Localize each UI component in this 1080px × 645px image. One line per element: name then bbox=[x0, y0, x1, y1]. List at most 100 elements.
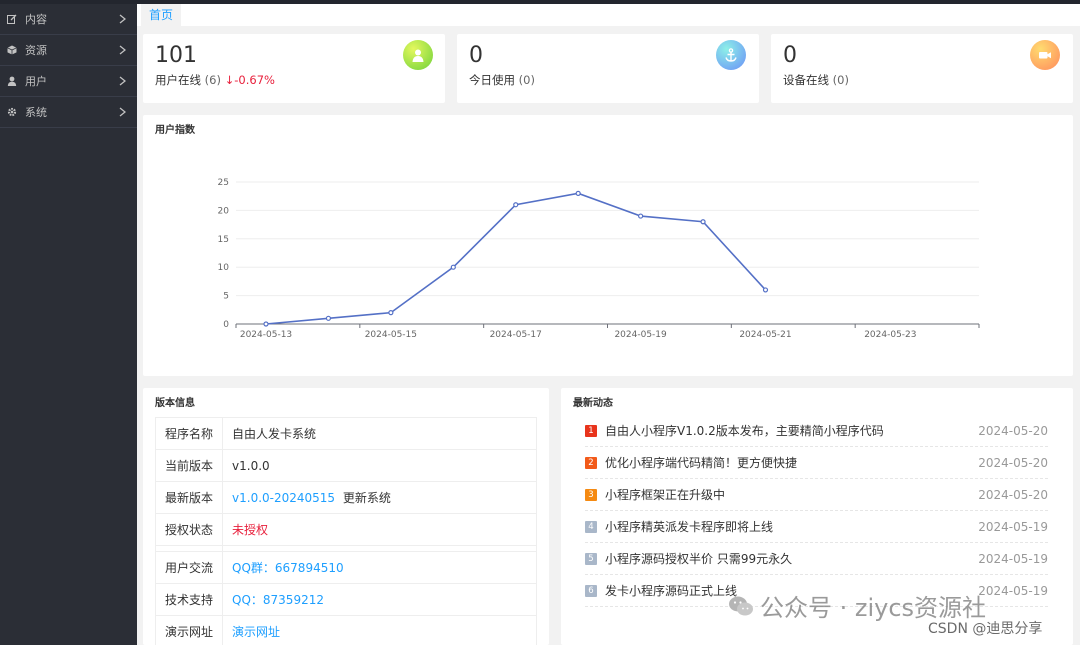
video-camera-icon bbox=[1030, 40, 1060, 70]
y-tick-label: 25 bbox=[218, 178, 229, 188]
news-date: 2024-05-20 bbox=[978, 455, 1048, 470]
news-date: 2024-05-19 bbox=[978, 551, 1048, 566]
stat-card-today-usage: 0 今日使用 (0) bbox=[457, 34, 759, 103]
row-key: 演示网址 bbox=[154, 615, 224, 645]
x-tick-label: 2024-05-23 bbox=[864, 330, 916, 340]
sidebar-item-label: 用户 bbox=[25, 75, 47, 88]
qq-group-link[interactable]: QQ群：667894510 bbox=[222, 551, 537, 584]
table-row: 当前版本 v1.0.0 bbox=[154, 449, 537, 482]
data-point bbox=[325, 315, 332, 321]
news-number-badge: 5 bbox=[585, 552, 597, 565]
data-point bbox=[575, 190, 581, 196]
user-icon bbox=[403, 40, 433, 70]
row-value: v1.0.0 bbox=[222, 449, 537, 482]
stat-card-users-online: 101 用户在线 (6) ↓-0.67% bbox=[143, 34, 445, 103]
stat-label-row: 设备在线 (0) bbox=[783, 72, 849, 88]
sidebar: 内容 资源 用户 系统 bbox=[0, 4, 137, 645]
news-title: 自由人小程序V1.0.2版本发布，主要精简小程序代码 bbox=[605, 424, 884, 438]
edit-icon bbox=[6, 13, 18, 25]
data-point bbox=[388, 310, 394, 316]
row-key: 最新版本 bbox=[154, 481, 224, 514]
news-item[interactable]: 4 小程序精英派发卡程序即将上线 2024-05-19 bbox=[585, 511, 1048, 543]
data-point bbox=[638, 213, 644, 219]
y-tick-label: 10 bbox=[218, 263, 230, 273]
chevron-right-icon bbox=[115, 14, 129, 24]
news-item[interactable]: 1 自由人小程序V1.0.2版本发布，主要精简小程序代码 2024-05-20 bbox=[585, 415, 1048, 447]
table-row: 程序名称 自由人发卡系统 bbox=[154, 417, 537, 450]
support-qq-link[interactable]: QQ：87359212 bbox=[222, 583, 537, 616]
data-point bbox=[700, 219, 706, 225]
news-title: 小程序框架正在升级中 bbox=[605, 488, 726, 502]
user-index-chart: 0 5 10 15 20 25 2024-05-13 2024-05-15 2024-05-17… bbox=[218, 178, 980, 340]
demo-url-link[interactable]: 演示网址 bbox=[222, 615, 537, 645]
stat-value: 101 bbox=[155, 43, 197, 68]
news-date: 2024-05-20 bbox=[978, 487, 1048, 502]
row-key: 授权状态 bbox=[154, 513, 224, 546]
news-date: 2024-05-19 bbox=[978, 519, 1048, 534]
anchor-icon bbox=[716, 40, 746, 70]
row-key: 程序名称 bbox=[154, 417, 224, 450]
version-info-card: 版本信息 程序名称 自由人发卡系统 当前版本 v1.0.0 最新版本 v1.0.… bbox=[143, 388, 549, 645]
sidebar-item-users[interactable]: 用户 bbox=[0, 66, 137, 97]
gear-icon bbox=[6, 106, 18, 118]
table-row: 最新版本 v1.0.0-20240515 更新系统 bbox=[154, 481, 537, 514]
sidebar-item-label: 系统 bbox=[25, 106, 47, 119]
table-row: 演示网址 演示网址 bbox=[154, 615, 537, 645]
license-status: 未授权 bbox=[222, 513, 537, 546]
sidebar-item-resources[interactable]: 资源 bbox=[0, 35, 137, 66]
data-point bbox=[263, 321, 269, 327]
stat-count: (0) bbox=[832, 73, 849, 87]
sidebar-item-content[interactable]: 内容 bbox=[0, 4, 137, 35]
news-date: 2024-05-20 bbox=[978, 423, 1048, 438]
user-index-card: 用户指数 0 5 10 15 20 25 2024-05-13 2024-05-15 2024-… bbox=[143, 115, 1073, 376]
sidebar-item-label: 资源 bbox=[25, 44, 47, 57]
row-key: 用户交流 bbox=[154, 551, 224, 584]
trend-down-arrow-icon: ↓ bbox=[224, 73, 235, 87]
table-row: 用户交流 QQ群：667894510 bbox=[154, 551, 537, 584]
row-value-cell: v1.0.0-20240515 更新系统 bbox=[222, 481, 537, 514]
chevron-right-icon bbox=[115, 76, 129, 86]
watermark-sub: CSDN @迪思分享 bbox=[928, 621, 1043, 637]
cube-icon bbox=[6, 44, 18, 56]
stat-label-row: 今日使用 (0) bbox=[469, 72, 535, 88]
card-title: 版本信息 bbox=[155, 398, 195, 409]
news-item[interactable]: 3 小程序框架正在升级中 2024-05-20 bbox=[585, 479, 1048, 511]
row-key: 技术支持 bbox=[154, 583, 224, 616]
update-system-link[interactable]: 更新系统 bbox=[343, 491, 391, 505]
sidebar-item-system[interactable]: 系统 bbox=[0, 97, 137, 128]
news-item[interactable]: 2 优化小程序端代码精简！更方便快捷 2024-05-20 bbox=[585, 447, 1048, 479]
news-number-badge: 1 bbox=[585, 424, 597, 437]
tab-bar: 首页 bbox=[137, 4, 1080, 26]
stat-label: 今日使用 bbox=[469, 73, 515, 87]
data-point bbox=[513, 202, 519, 208]
wechat-icon bbox=[728, 595, 754, 617]
stat-label: 设备在线 bbox=[783, 73, 829, 87]
tab-home[interactable]: 首页 bbox=[141, 4, 182, 26]
latest-version-link[interactable]: v1.0.0-20240515 bbox=[232, 491, 335, 505]
row-key: 当前版本 bbox=[154, 449, 224, 482]
stat-count: (0) bbox=[518, 73, 535, 87]
news-title: 小程序源码授权半价 只需99元永久 bbox=[605, 552, 793, 566]
news-title: 优化小程序端代码精简！更方便快捷 bbox=[605, 456, 798, 470]
table-row: 授权状态 未授权 bbox=[154, 513, 537, 546]
y-tick-label: 20 bbox=[218, 206, 230, 216]
y-tick-label: 15 bbox=[218, 235, 229, 245]
y-tick-label: 0 bbox=[223, 320, 229, 330]
table-row: 技术支持 QQ：87359212 bbox=[154, 583, 537, 616]
x-tick-label: 2024-05-21 bbox=[739, 330, 791, 340]
news-title: 小程序精英派发卡程序即将上线 bbox=[605, 520, 774, 534]
x-tick-label: 2024-05-13 bbox=[240, 330, 292, 340]
news-number-badge: 3 bbox=[585, 488, 597, 501]
version-info-table: 程序名称 自由人发卡系统 当前版本 v1.0.0 最新版本 v1.0.0-202… bbox=[154, 417, 537, 645]
main-content: 首页 101 用户在线 (6) ↓-0.67% 0 今日使用 (0) 0 设备在… bbox=[137, 4, 1080, 645]
x-tick-label: 2024-05-17 bbox=[490, 330, 542, 340]
series-line bbox=[265, 192, 767, 325]
news-number-badge: 4 bbox=[585, 520, 597, 533]
stat-count: (6) bbox=[204, 73, 221, 87]
stat-trend: -0.67% bbox=[234, 73, 275, 87]
y-tick-label: 5 bbox=[223, 292, 229, 302]
news-item[interactable]: 5 小程序源码授权半价 只需99元永久 2024-05-19 bbox=[585, 543, 1048, 575]
news-date: 2024-05-19 bbox=[978, 583, 1048, 598]
x-tick-label: 2024-05-15 bbox=[365, 330, 417, 340]
card-title: 最新动态 bbox=[573, 398, 613, 409]
